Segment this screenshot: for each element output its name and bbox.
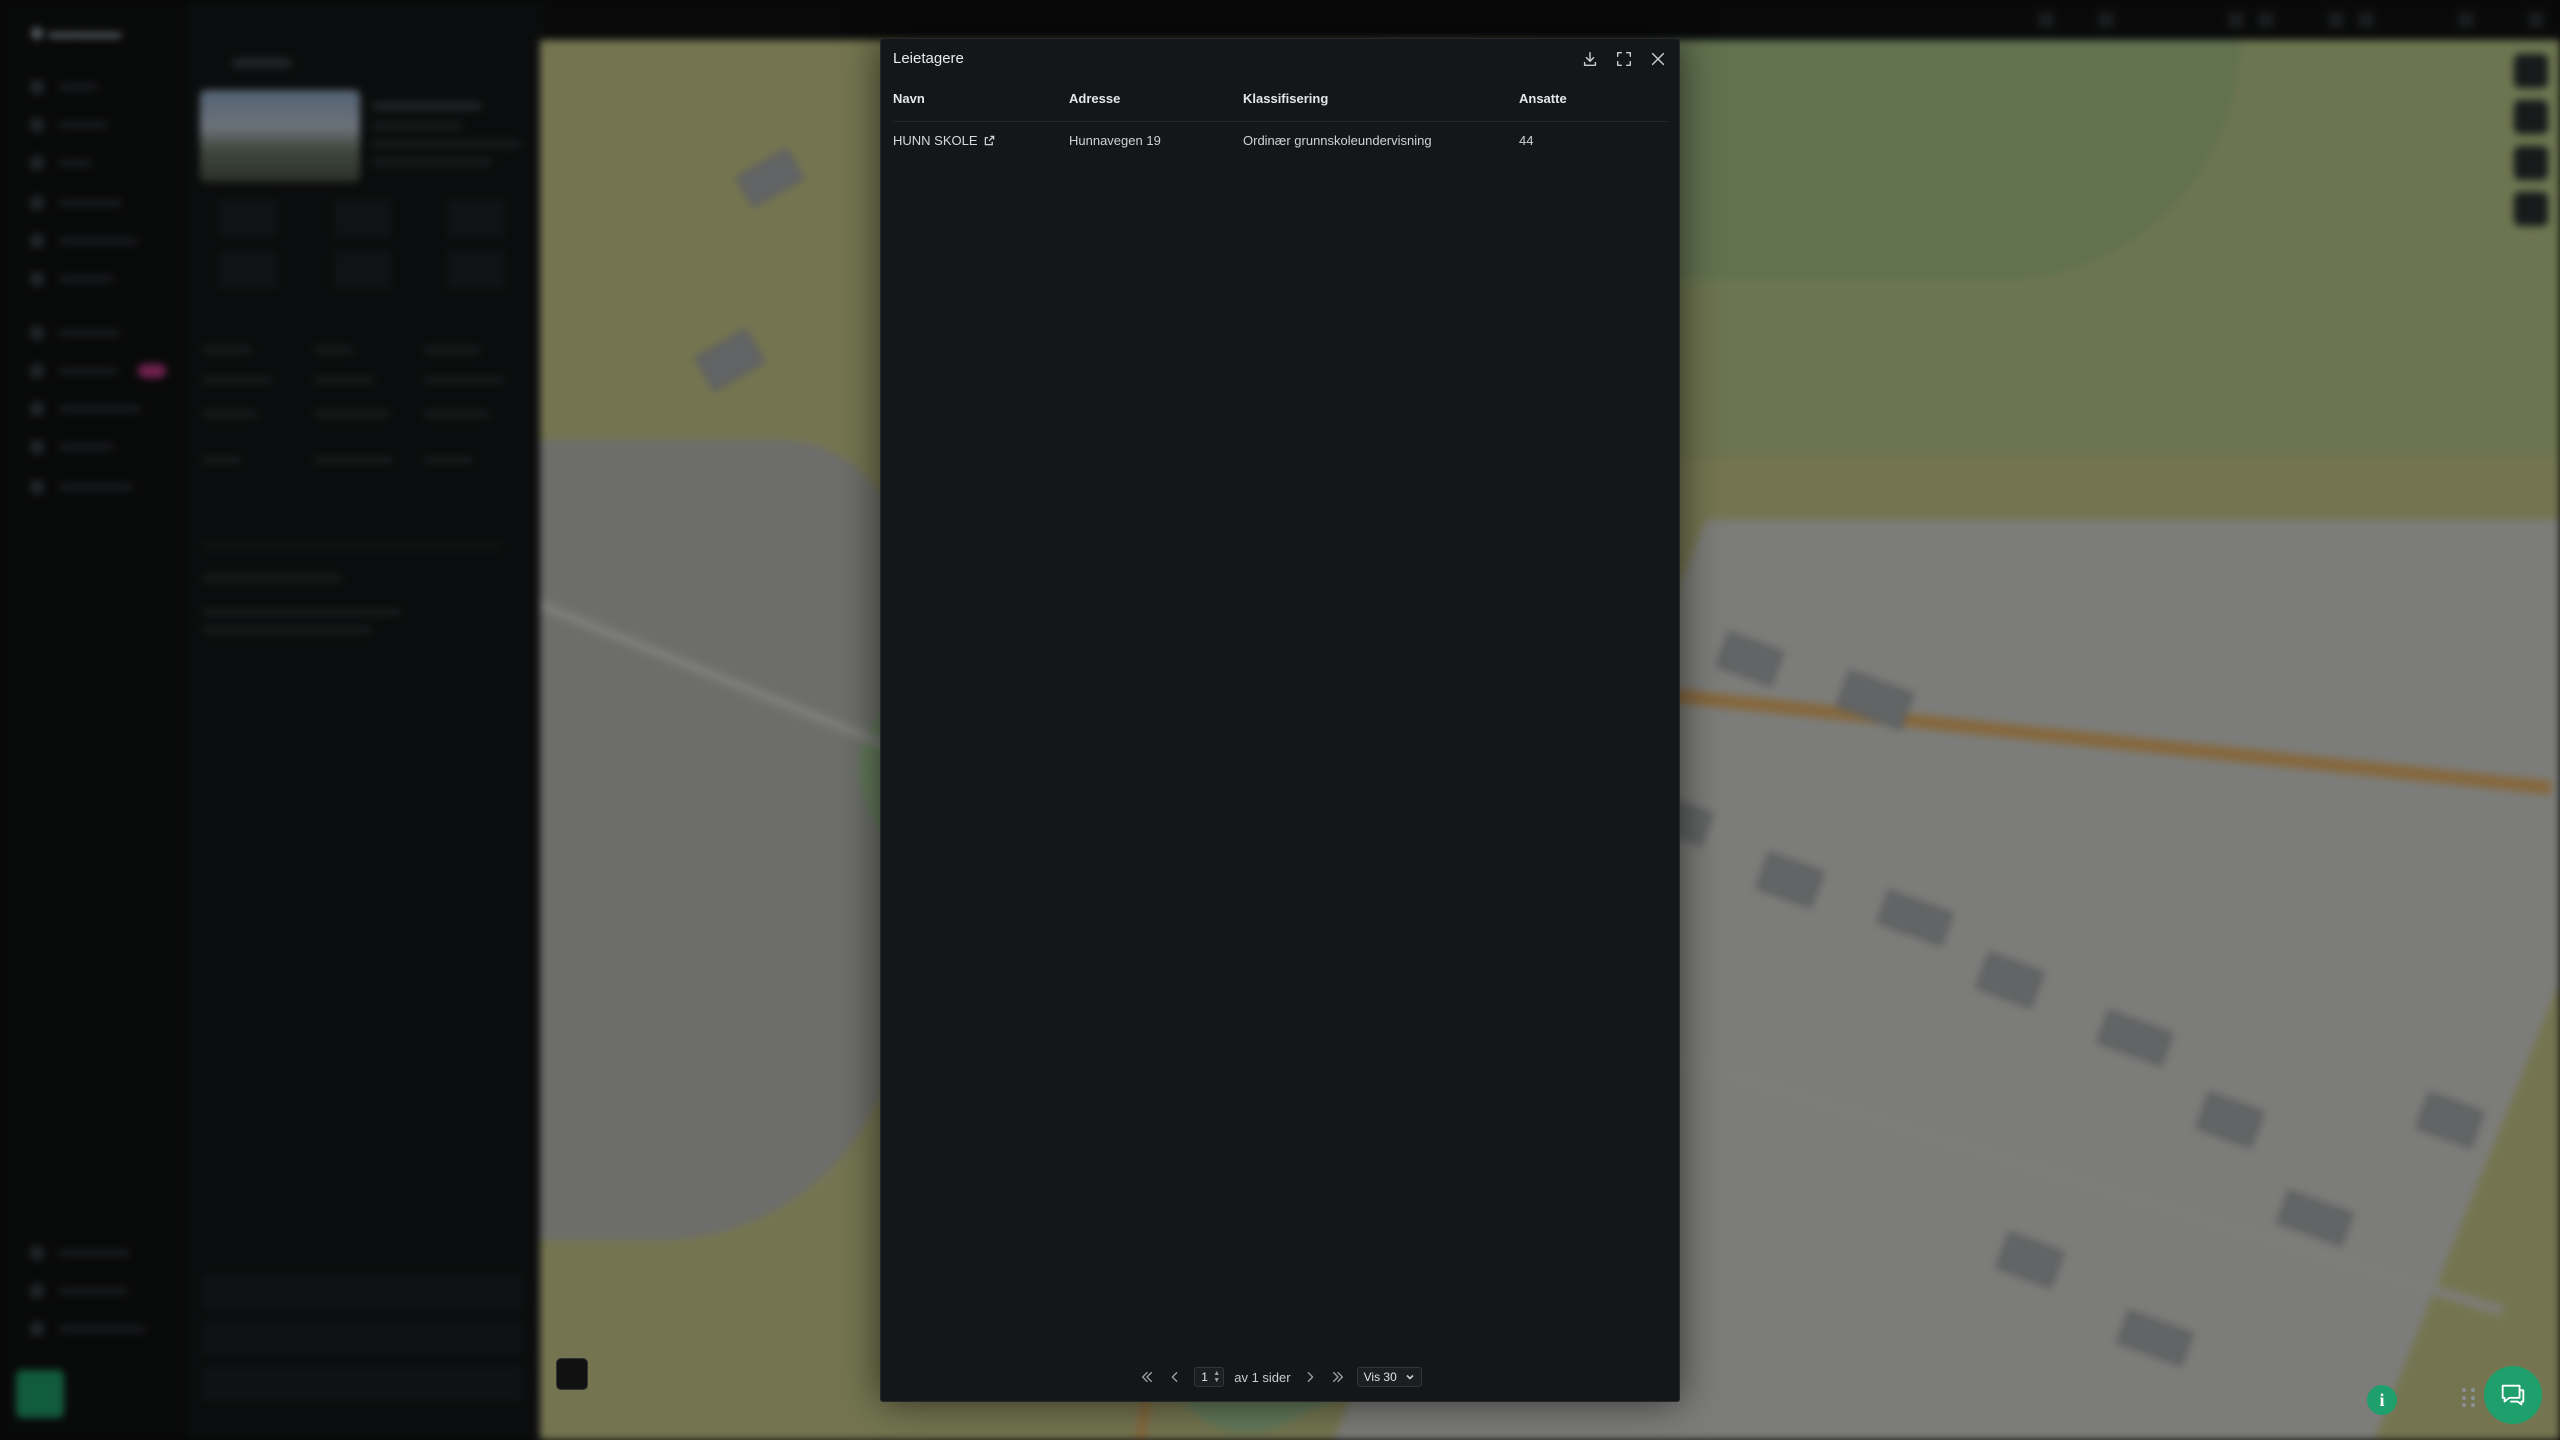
cell-adresse: Hunnavegen 19 (1069, 120, 1243, 159)
map-layer-toggle[interactable] (556, 1358, 588, 1390)
table-header-row: Navn Adresse Klassifisering Ansatte (893, 91, 1669, 121)
modal-header: Leietagere (881, 39, 1679, 79)
cell-ansatte: 44 (1519, 120, 1669, 159)
next-page-button[interactable] (1301, 1368, 1319, 1386)
table-row[interactable]: HUNN SKOLE Hunnavegen 19 Ordinær grunnsk… (893, 120, 1669, 159)
external-link-icon (984, 135, 994, 145)
cell-navn: HUNN SKOLE (893, 120, 1069, 159)
chat-icon (2501, 1384, 2525, 1406)
modal-title: Leietagere (893, 50, 964, 67)
close-button[interactable] (1647, 48, 1669, 70)
column-header-adresse[interactable]: Adresse (1069, 91, 1243, 121)
page-count-text: av 1 sider (1234, 1369, 1291, 1385)
column-header-klassifisering[interactable]: Klassifisering (1243, 91, 1519, 121)
chevron-left-icon (1171, 1371, 1178, 1383)
modal-actions (1579, 48, 1669, 70)
prev-page-button[interactable] (1166, 1368, 1184, 1386)
stepper-icon[interactable]: ▲ ▼ (1213, 1370, 1220, 1384)
column-header-ansatte[interactable]: Ansatte (1519, 91, 1669, 121)
double-chevron-right-icon (1332, 1371, 1343, 1383)
info-icon: i (2379, 1389, 2385, 1410)
tenants-modal: Leietagere Navn Adresse Klassifisering A… (880, 38, 1680, 1402)
tenant-link[interactable]: HUNN SKOLE (893, 133, 995, 148)
fullscreen-button[interactable] (1613, 48, 1635, 70)
chat-button[interactable] (2484, 1366, 2542, 1424)
chevron-right-icon (1307, 1371, 1313, 1383)
pagination: 1 ▲ ▼ av 1 sider Vis 30 (881, 1367, 1679, 1387)
download-icon (1583, 51, 1597, 67)
expand-icon (1616, 51, 1632, 67)
tenant-name: HUNN SKOLE (893, 132, 978, 148)
page-size-label: Vis 30 (1363, 1370, 1397, 1384)
page-number-value: 1 (1201, 1370, 1208, 1384)
double-chevron-left-icon (1142, 1371, 1153, 1383)
info-button[interactable]: i (2367, 1385, 2397, 1415)
chevron-down-icon (1406, 1374, 1414, 1380)
download-button[interactable] (1579, 48, 1601, 70)
column-header-navn[interactable]: Navn (893, 91, 1069, 121)
last-page-button[interactable] (1329, 1368, 1347, 1386)
drag-handle-icon[interactable] (2462, 1388, 2476, 1408)
close-icon (1651, 52, 1665, 66)
first-page-button[interactable] (1138, 1368, 1156, 1386)
cell-klassifisering: Ordinær grunnskoleundervisning (1243, 120, 1519, 159)
page-size-select[interactable]: Vis 30 (1356, 1367, 1422, 1387)
tenants-table: Navn Adresse Klassifisering Ansatte HUNN… (893, 91, 1669, 159)
page-number-input[interactable]: 1 ▲ ▼ (1194, 1367, 1225, 1387)
